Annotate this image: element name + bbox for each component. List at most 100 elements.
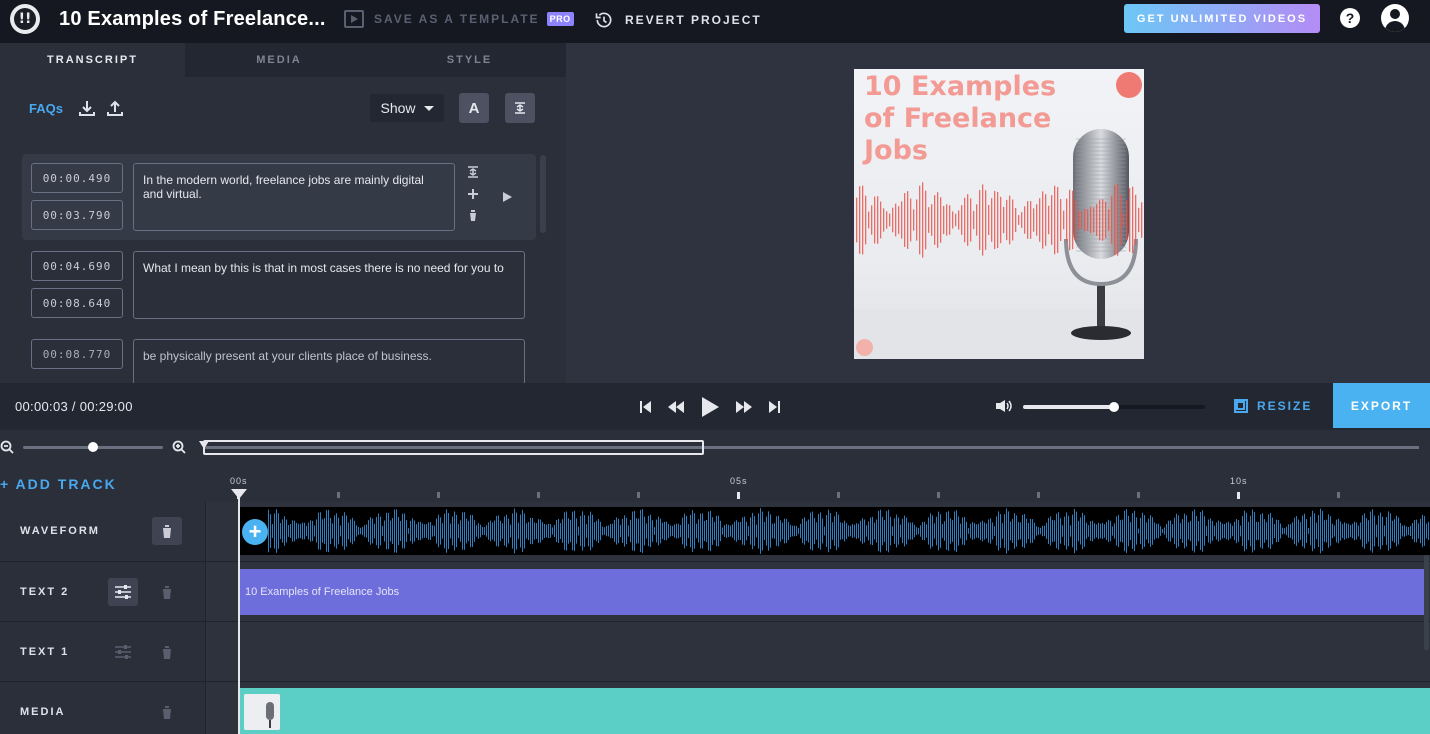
waveform-bar — [364, 525, 365, 537]
waveform-bar — [976, 524, 977, 538]
waveform-bar — [646, 523, 647, 539]
play-icon[interactable] — [500, 190, 514, 204]
waveform-bar — [1016, 515, 1017, 547]
skip-end-icon[interactable] — [768, 400, 781, 414]
waveform-bar — [954, 511, 955, 551]
segment-text[interactable]: In the modern world, freelance jobs are … — [133, 163, 455, 231]
volume-slider[interactable] — [1023, 402, 1205, 412]
project-title[interactable]: 10 Examples of Freelance... — [59, 8, 326, 31]
zoom-in-icon[interactable] — [172, 440, 186, 454]
segment-end-time[interactable]: 00:08.640 — [31, 288, 123, 318]
play-icon[interactable] — [700, 396, 720, 418]
export-button[interactable]: EXPORT — [1333, 383, 1430, 428]
waveform-clip[interactable] — [238, 507, 1430, 555]
waveform-bar — [660, 518, 661, 544]
track-settings-button[interactable] — [108, 638, 138, 666]
plus-icon[interactable] — [466, 187, 480, 201]
preview-wave-bar — [1072, 190, 1074, 250]
waveform-bar — [546, 524, 547, 538]
waveform-bar — [1414, 519, 1415, 543]
media-clip[interactable] — [238, 688, 1430, 734]
trash-icon[interactable] — [466, 208, 480, 222]
faqs-link[interactable]: FAQs — [29, 101, 63, 116]
skip-start-icon[interactable] — [639, 400, 652, 414]
waveform-bar — [422, 523, 423, 539]
waveform-bar — [1366, 518, 1367, 544]
rewind-icon[interactable] — [668, 401, 684, 413]
preview-wave-bar — [1003, 206, 1005, 234]
preview-wave-bar — [955, 213, 957, 227]
show-select[interactable]: Show — [370, 94, 444, 122]
fast-forward-icon[interactable] — [736, 401, 752, 413]
waveform-bar — [876, 519, 877, 543]
waveform-bar — [1386, 517, 1387, 545]
waveform-bar — [1122, 519, 1123, 543]
waveform-bar — [994, 526, 995, 536]
zoom-out-icon[interactable] — [0, 440, 14, 454]
split-icon[interactable] — [466, 165, 480, 179]
waveform-bar — [1220, 521, 1221, 541]
playhead[interactable] — [238, 492, 240, 734]
tab-style[interactable]: STYLE — [373, 43, 566, 77]
segment-text[interactable]: be physically present at your clients pl… — [133, 339, 525, 383]
segment-text[interactable]: What I mean by this is that in most case… — [133, 251, 525, 319]
logo-icon[interactable]: !! — [10, 4, 40, 34]
preview-wave-bar — [970, 198, 972, 242]
tab-media[interactable]: MEDIA — [185, 43, 373, 77]
waveform-bar — [1222, 523, 1223, 539]
waveform-bar — [292, 520, 293, 542]
waveform-bar — [360, 527, 361, 535]
resize-button[interactable]: RESIZE — [1234, 399, 1312, 413]
delete-track-button[interactable] — [152, 638, 182, 666]
split-segments-button[interactable] — [505, 93, 535, 123]
delete-track-button[interactable] — [152, 517, 182, 545]
zoom-slider[interactable] — [23, 442, 163, 452]
tab-transcript[interactable]: TRANSCRIPT — [0, 43, 185, 77]
transcript-scrollbar[interactable] — [540, 155, 546, 233]
waveform-bar — [516, 512, 517, 550]
waveform-bar — [1282, 527, 1283, 535]
waveform-bar — [384, 520, 385, 542]
waveform-bar — [1158, 523, 1159, 539]
zoom-knob[interactable] — [88, 442, 98, 452]
segment-start-time[interactable]: 00:08.770 — [31, 339, 123, 369]
add-clip-button[interactable]: + — [242, 519, 268, 545]
segment-start-time[interactable]: 00:04.690 — [31, 251, 123, 281]
timeline-viewport-window[interactable] — [203, 440, 704, 455]
get-unlimited-videos-button[interactable]: GET UNLIMITED VIDEOS — [1124, 4, 1320, 33]
account-icon[interactable] — [1381, 4, 1409, 32]
delete-track-button[interactable] — [152, 698, 182, 726]
text-clip[interactable]: 10 Examples of Freelance Jobs — [238, 569, 1428, 615]
segment-end-time[interactable]: 00:03.790 — [31, 200, 123, 230]
waveform-bar — [1320, 508, 1321, 554]
waveform-bar — [776, 516, 777, 546]
waveform-bar — [908, 522, 909, 540]
waveform-bar — [1182, 519, 1183, 543]
preview-wave-bar — [1009, 195, 1011, 245]
volume-knob[interactable] — [1109, 402, 1119, 412]
timeline-vertical-scrollbar[interactable] — [1424, 555, 1429, 650]
track-label-media: MEDIA — [20, 706, 66, 718]
waveform-bar — [1280, 523, 1281, 539]
waveform-bar — [356, 525, 357, 537]
waveform-bar — [502, 523, 503, 539]
delete-track-button[interactable] — [152, 578, 182, 606]
volume-icon[interactable] — [995, 399, 1013, 413]
preview-wave-bar — [1057, 187, 1059, 253]
playhead-handle[interactable] — [231, 489, 247, 499]
waveform-bar — [872, 516, 873, 546]
waveform-bar — [300, 523, 301, 539]
revert-project-button[interactable]: REVERT PROJECT — [593, 10, 762, 30]
segment-start-time[interactable]: 00:00.490 — [31, 163, 123, 193]
download-icon[interactable] — [77, 98, 97, 118]
track-settings-button[interactable] — [108, 578, 138, 606]
waveform-bar — [392, 517, 393, 545]
text-style-button[interactable]: A — [459, 93, 489, 123]
timeline-ruler[interactable]: 00s 05s 10s — [206, 465, 1430, 502]
add-track-button[interactable]: + ADD TRACK — [0, 476, 117, 492]
save-as-template-button[interactable]: SAVE AS A TEMPLATE PRO — [344, 10, 574, 28]
video-preview[interactable]: 10 Examples of Freelance Jobs — [854, 69, 1144, 359]
upload-icon[interactable] — [105, 98, 125, 118]
waveform-bar — [1408, 526, 1409, 536]
help-icon[interactable]: ? — [1340, 8, 1360, 28]
